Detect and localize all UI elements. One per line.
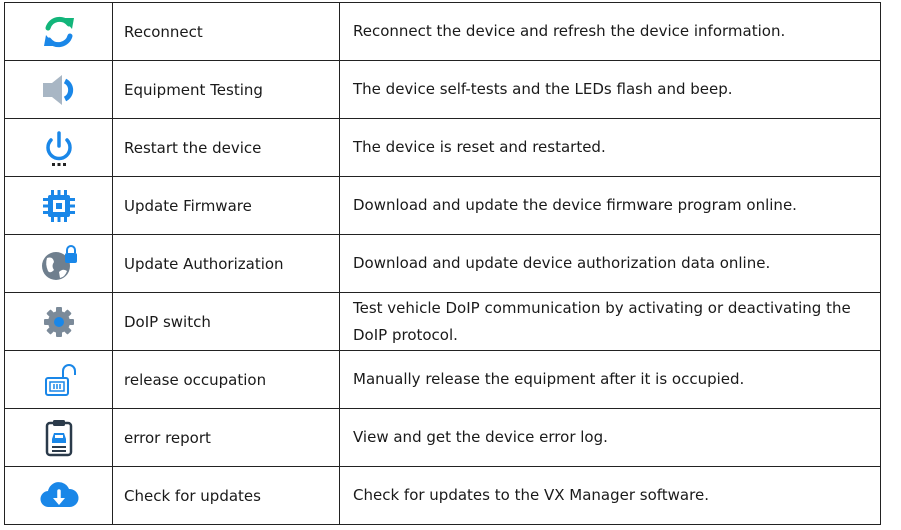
function-description: Manually release the equipment after it … bbox=[339, 350, 881, 409]
function-description: The device self-tests and the LEDs flash… bbox=[339, 60, 881, 119]
unlock-icon bbox=[39, 360, 79, 400]
function-name: Update Authorization bbox=[112, 234, 340, 293]
function-name: Reconnect bbox=[112, 2, 340, 61]
function-name: Restart the device bbox=[112, 118, 340, 177]
chip-icon bbox=[39, 186, 79, 226]
function-name: release occupation bbox=[112, 350, 340, 409]
reconnect-icon bbox=[39, 12, 79, 52]
function-description: Test vehicle DoIP communication by activ… bbox=[339, 292, 881, 351]
table-row: Restart the device The device is reset a… bbox=[4, 118, 881, 177]
function-name: error report bbox=[112, 408, 340, 467]
table-row: error report View and get the device err… bbox=[4, 408, 881, 467]
function-description: Check for updates to the VX Manager soft… bbox=[339, 466, 881, 525]
icon-cell bbox=[4, 2, 113, 61]
function-name: Update Firmware bbox=[112, 176, 340, 235]
power-icon bbox=[39, 128, 79, 168]
table-row: Update Firmware Download and update the … bbox=[4, 176, 881, 235]
function-name: Check for updates bbox=[112, 466, 340, 525]
icon-cell bbox=[4, 292, 113, 351]
icon-cell bbox=[4, 466, 113, 525]
function-name: DoIP switch bbox=[112, 292, 340, 351]
table-row: Equipment Testing The device self-tests … bbox=[4, 60, 881, 119]
function-description: The device is reset and restarted. bbox=[339, 118, 881, 177]
function-table: Reconnect Reconnect the device and refre… bbox=[4, 2, 881, 525]
globe-lock-icon bbox=[39, 244, 79, 284]
icon-cell bbox=[4, 408, 113, 467]
icon-cell bbox=[4, 176, 113, 235]
clipboard-report-icon bbox=[39, 418, 79, 458]
table-row: Check for updates Check for updates to t… bbox=[4, 466, 881, 525]
function-name: Equipment Testing bbox=[112, 60, 340, 119]
function-description: Reconnect the device and refresh the dev… bbox=[339, 2, 881, 61]
speaker-icon bbox=[39, 70, 79, 110]
table-row: Reconnect Reconnect the device and refre… bbox=[4, 2, 881, 61]
icon-cell bbox=[4, 234, 113, 293]
icon-cell bbox=[4, 118, 113, 177]
table-row: release occupation Manually release the … bbox=[4, 350, 881, 409]
gear-icon bbox=[39, 302, 79, 342]
function-description: View and get the device error log. bbox=[339, 408, 881, 467]
table-row: Update Authorization Download and update… bbox=[4, 234, 881, 293]
table-row: DoIP switch Test vehicle DoIP communicat… bbox=[4, 292, 881, 351]
icon-cell bbox=[4, 350, 113, 409]
cloud-download-icon bbox=[39, 476, 79, 516]
function-description: Download and update device authorization… bbox=[339, 234, 881, 293]
function-description: Download and update the device firmware … bbox=[339, 176, 881, 235]
icon-cell bbox=[4, 60, 113, 119]
